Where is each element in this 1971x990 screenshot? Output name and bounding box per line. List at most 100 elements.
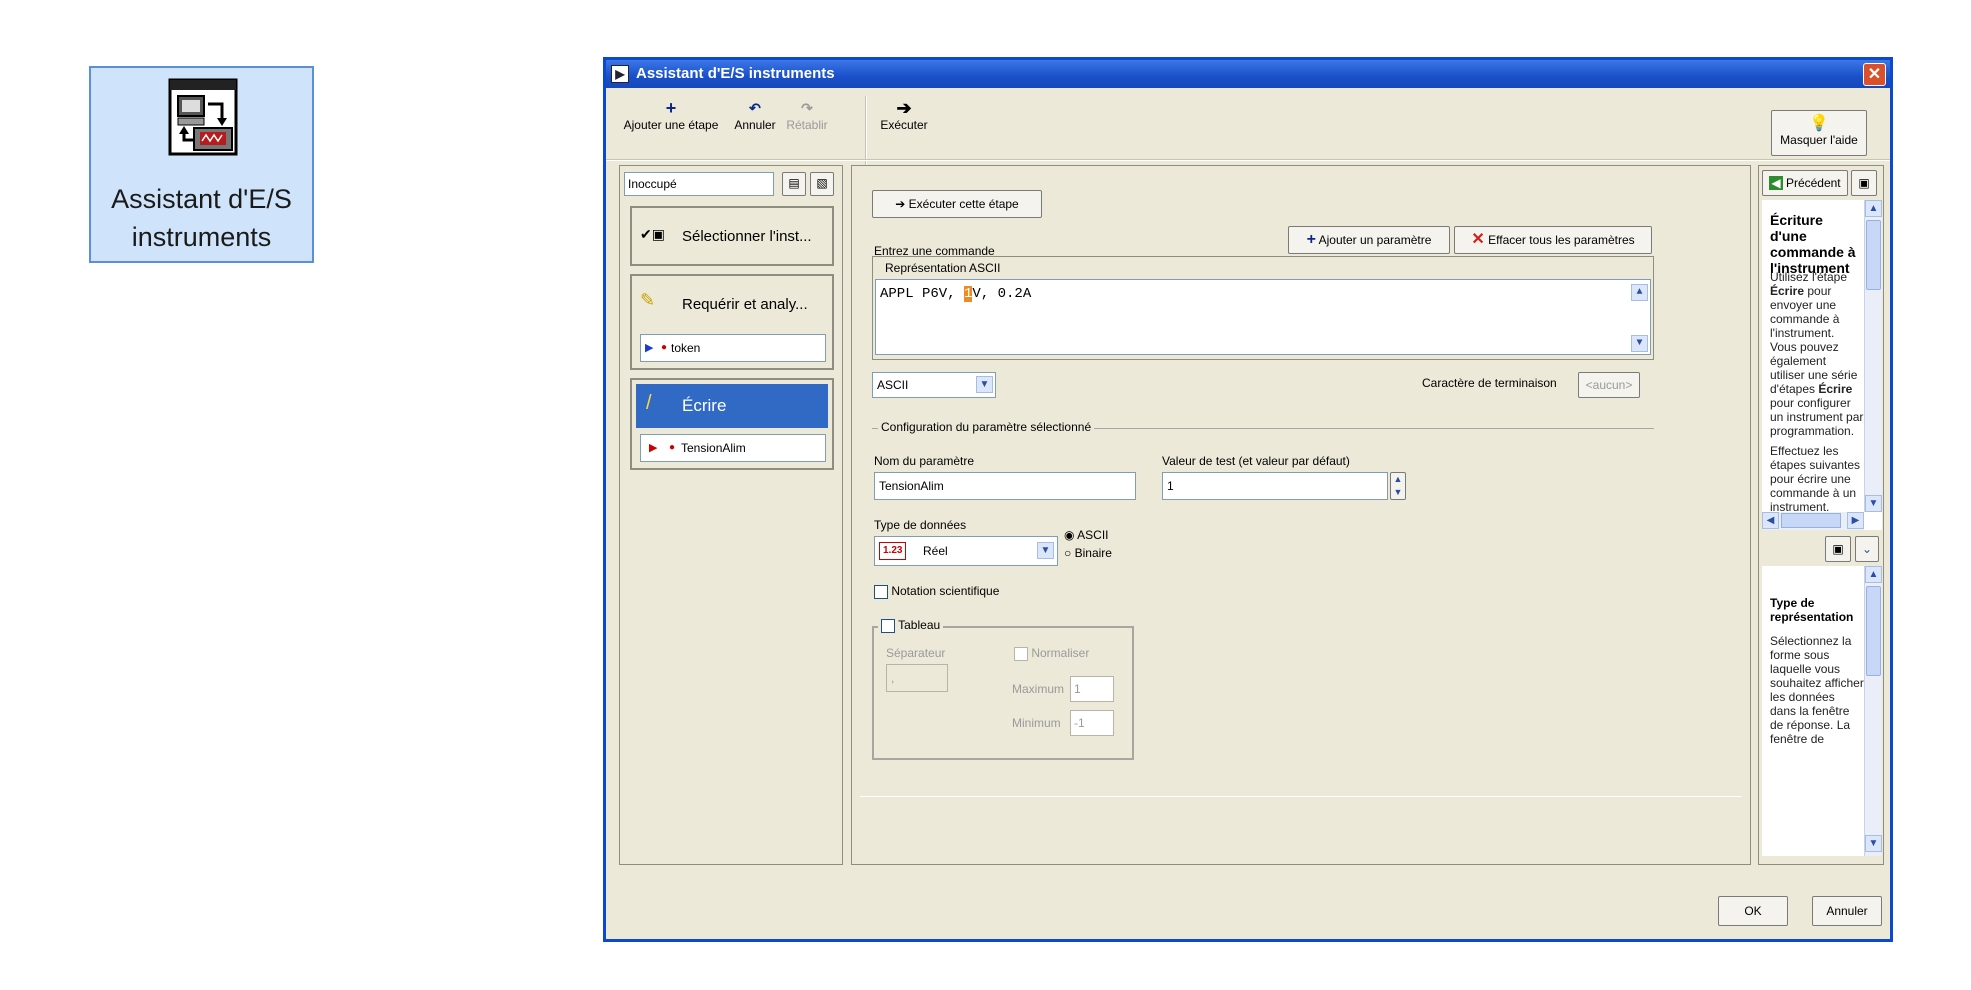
- instrument-icon: ✔▣: [640, 226, 665, 242]
- maximum-input[interactable]: 1: [1070, 676, 1114, 702]
- step-label: Requérir et analy...: [682, 296, 808, 313]
- param-dot-icon: ●: [661, 342, 668, 353]
- add-parameter-button[interactable]: + Ajouter un paramètre: [1288, 226, 1450, 254]
- plus-icon: +: [1306, 231, 1316, 248]
- step-config-panel: ➔ Exécuter cette étape Entrez une comman…: [851, 165, 1751, 865]
- redo-button[interactable]: ↷ Rétablir: [782, 98, 832, 132]
- window-title: Assistant d'E/S instruments: [636, 65, 835, 82]
- help-window-button-2[interactable]: ▣: [1825, 536, 1851, 562]
- tab-ascii-representation[interactable]: Représentation ASCII: [885, 261, 1000, 275]
- test-value-label: Valeur de test (et valeur par défaut): [1162, 454, 1350, 468]
- delete-x-icon: ✕: [1471, 231, 1485, 248]
- help-panel: ◀ Précédent ▣ Écriture d'une commande à …: [1758, 165, 1884, 865]
- param-name: token: [671, 341, 701, 355]
- list-view-button[interactable]: ▤: [782, 172, 806, 196]
- normalize-checkbox[interactable]: Normaliser: [1014, 646, 1089, 661]
- clear-parameters-button[interactable]: ✕ Effacer tous les paramètres: [1454, 226, 1652, 254]
- test-value-input[interactable]: 1: [1162, 472, 1388, 500]
- array-checkbox[interactable]: Tableau: [878, 618, 944, 633]
- param-dot-icon: ●: [669, 442, 676, 453]
- undo-icon: ↶: [749, 100, 761, 116]
- radio-binary[interactable]: ○ Binaire: [1064, 546, 1112, 560]
- command-input[interactable]: APPL P6V, 1V, 0.2A ▲ ▼: [875, 279, 1651, 355]
- title-bar[interactable]: Assistant d'E/S instruments: [606, 60, 1890, 88]
- separator-input[interactable]: ,: [886, 664, 948, 692]
- termination-label: Caractère de terminaison: [1422, 376, 1557, 390]
- list-view-icon: ▤: [788, 176, 800, 190]
- collapse-button[interactable]: ⌄: [1855, 536, 1879, 562]
- back-button[interactable]: ◀ Précédent: [1762, 170, 1848, 196]
- detail-view-button[interactable]: ▧: [810, 172, 834, 196]
- param-name-input[interactable]: TensionAlim: [874, 472, 1136, 500]
- desktop-shortcut-instrument-io-assistant[interactable]: Assistant d'E/S instruments: [89, 66, 314, 263]
- config-group-label: Configuration du paramètre sélectionné: [878, 420, 1095, 434]
- query-icon: ✎: [640, 290, 656, 310]
- ok-button[interactable]: OK: [1718, 896, 1788, 926]
- lightbulb-icon: 💡: [1809, 115, 1829, 132]
- step-write[interactable]: / Écrire ▶ ● TensionAlim: [630, 378, 834, 470]
- app-icon: ▶: [611, 65, 629, 83]
- step-selected-highlight: [636, 384, 828, 428]
- scroll-thumb[interactable]: [1781, 513, 1841, 528]
- hide-help-label: Masquer l'aide: [1780, 133, 1858, 147]
- undo-button[interactable]: ↶ Annuler: [730, 98, 780, 132]
- execute-button[interactable]: ➔ Exécuter: [874, 98, 934, 132]
- help-top-title: Écriture d'une commande à l'instrument: [1770, 212, 1856, 276]
- cancel-button[interactable]: Annuler: [1812, 896, 1882, 926]
- format-select[interactable]: ASCII ▼: [872, 372, 996, 398]
- run-arrow-icon: ➔: [895, 197, 909, 211]
- data-type-value: Réel: [923, 544, 948, 558]
- scroll-down-arrow[interactable]: ▼: [1865, 835, 1882, 852]
- step-label: Écrire: [682, 396, 727, 415]
- radio-ascii-label: ASCII: [1077, 528, 1109, 542]
- scroll-down-arrow[interactable]: ▼: [1631, 335, 1648, 352]
- array-group: Tableau Séparateur , Normaliser Maximum …: [872, 618, 1134, 760]
- step-label: Sélectionner l'inst...: [682, 228, 812, 245]
- scroll-down-arrow[interactable]: ▼: [1865, 495, 1882, 512]
- config-footer-divider: [860, 796, 1742, 797]
- command-editor: Représentation ASCII APPL P6V, 1V, 0.2A …: [872, 256, 1654, 360]
- window-icon: ▣: [1832, 542, 1844, 556]
- test-value-spinner[interactable]: ▲ ▼: [1390, 472, 1406, 500]
- radio-ascii[interactable]: ◉ ASCII: [1064, 528, 1109, 542]
- scroll-thumb[interactable]: [1866, 220, 1881, 290]
- instrument-io-assistant-window: Assistant d'E/S instruments ▶ ✕ + Ajoute…: [603, 57, 1893, 942]
- plus-icon: +: [665, 98, 677, 118]
- hide-help-button[interactable]: 💡 Masquer l'aide: [1771, 110, 1867, 156]
- run-step-label: Exécuter cette étape: [908, 197, 1019, 211]
- toolbar-divider: [606, 159, 1890, 161]
- help-window-button[interactable]: ▣: [1851, 170, 1877, 196]
- termination-char-field[interactable]: <aucun>: [1578, 372, 1640, 398]
- command-text-before: APPL P6V,: [880, 286, 965, 302]
- run-step-button[interactable]: ➔ Exécuter cette étape: [872, 190, 1042, 218]
- maximum-label: Maximum: [1012, 682, 1065, 696]
- data-type-badge: 1.23: [879, 542, 907, 560]
- help-bottom-scrollbar[interactable]: ▲ ▼: [1864, 566, 1882, 856]
- step-select-instrument[interactable]: ✔▣ Sélectionner l'inst...: [630, 206, 834, 266]
- step-query-parse[interactable]: ✎ Requérir et analy... ▶ ● token: [630, 274, 834, 370]
- scroll-left-arrow[interactable]: ◀: [1762, 512, 1779, 529]
- data-type-select[interactable]: 1.23 Réel ▼: [874, 536, 1058, 566]
- back-arrow-icon: ◀: [1769, 176, 1783, 190]
- token-param-row[interactable]: ▶ ● token: [640, 334, 826, 362]
- scroll-up-arrow[interactable]: ▲: [1865, 566, 1882, 583]
- help-top-pane: Écriture d'une commande à l'instrument U…: [1762, 200, 1882, 530]
- tension-param-row[interactable]: ▶ ● TensionAlim: [640, 434, 826, 462]
- scroll-up-arrow[interactable]: ▲: [1631, 284, 1648, 301]
- output-arrow-icon: ▶: [649, 442, 658, 454]
- scroll-right-arrow[interactable]: ▶: [1847, 512, 1864, 529]
- help-top-scrollbar[interactable]: ▲ ▼: [1864, 200, 1882, 512]
- param-name: TensionAlim: [681, 441, 746, 455]
- add-step-label: Ajouter une étape: [623, 118, 719, 132]
- param-name-label: Nom du paramètre: [874, 454, 975, 468]
- sci-notation-checkbox[interactable]: Notation scientifique: [874, 584, 999, 599]
- close-button[interactable]: ✕: [1863, 63, 1886, 86]
- scroll-thumb[interactable]: [1866, 586, 1881, 676]
- detail-view-icon: ▧: [816, 176, 828, 190]
- help-top-hscrollbar[interactable]: ◀ ▶: [1762, 512, 1864, 530]
- normalize-label: Normaliser: [1031, 646, 1090, 660]
- scroll-up-arrow[interactable]: ▲: [1865, 200, 1882, 217]
- status-field: Inoccupé: [624, 172, 774, 196]
- minimum-input[interactable]: -1: [1070, 710, 1114, 736]
- add-step-button[interactable]: + Ajouter une étape: [616, 98, 726, 132]
